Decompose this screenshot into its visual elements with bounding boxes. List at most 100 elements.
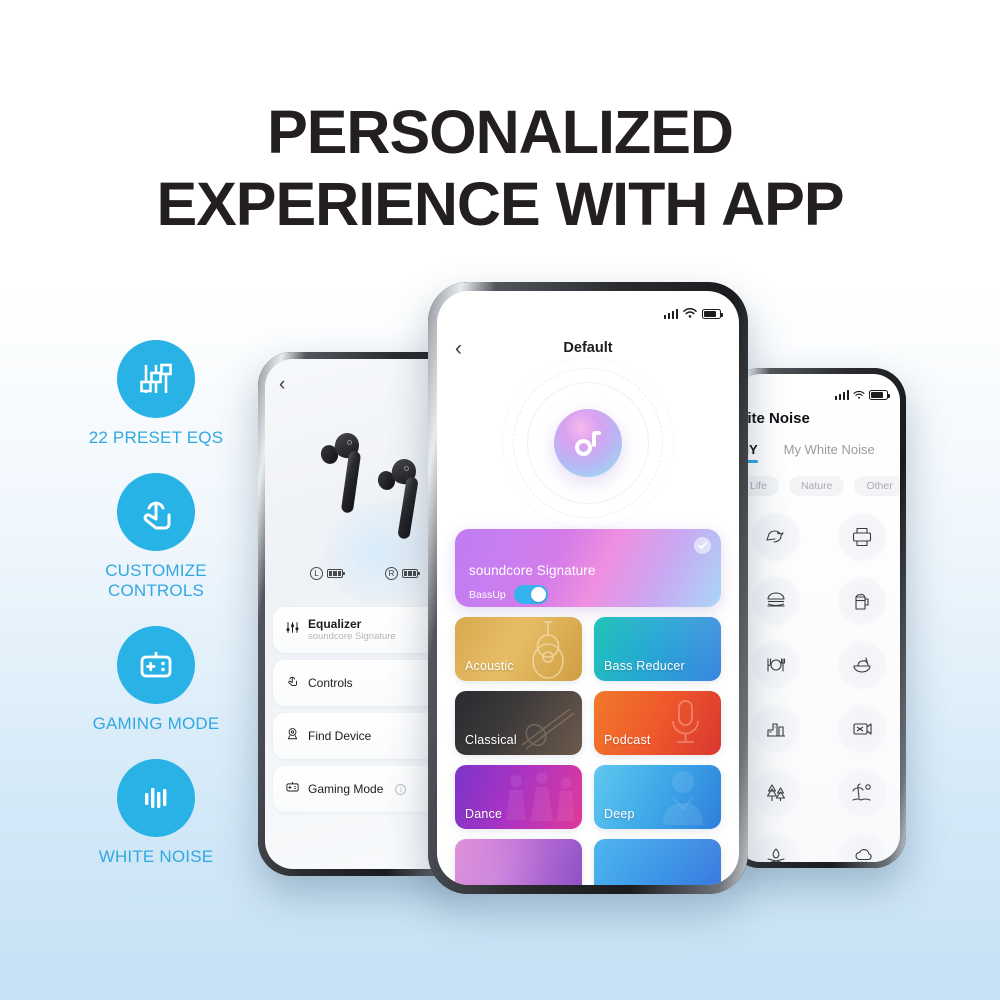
preset-name: Podcast xyxy=(604,733,651,747)
preset-name: Dance xyxy=(465,807,503,821)
preset-tile-classical[interactable]: Classical xyxy=(455,691,582,755)
sound-city[interactable] xyxy=(744,704,808,754)
preset-tile-row4-left[interactable] xyxy=(455,839,582,885)
battery-icon xyxy=(869,390,891,400)
preset-tile-podcast[interactable]: Podcast xyxy=(594,691,721,755)
preset-tile-deep[interactable]: Deep xyxy=(594,765,721,829)
preset-tile-acoustic[interactable]: Acoustic xyxy=(455,617,582,681)
check-circle-icon xyxy=(694,537,711,554)
battery-icon xyxy=(402,569,420,578)
sound-wave-bars-icon xyxy=(117,759,195,837)
back-chevron-icon[interactable]: ‹ xyxy=(279,375,285,394)
battery-icon xyxy=(327,569,345,578)
projector-icon xyxy=(853,723,872,735)
left-earbud-label: L xyxy=(310,567,323,580)
battery-icon xyxy=(702,309,724,319)
sound-beer[interactable] xyxy=(830,576,894,626)
status-bar xyxy=(663,305,724,323)
status-bar xyxy=(834,386,891,404)
soundcore-logo-orb xyxy=(437,357,739,529)
phone-right-screen: White Noise DIY My White Noise Life Natu… xyxy=(734,374,900,862)
menu-item-title: Find Device xyxy=(308,729,372,743)
eq-preset-name: soundcore Signature xyxy=(469,563,596,578)
preset-tile-dance[interactable]: Dance xyxy=(455,765,582,829)
sound-dining[interactable] xyxy=(744,640,808,690)
tab-my-white-noise[interactable]: My White Noise xyxy=(784,442,875,457)
page-title: Default xyxy=(563,340,613,356)
wifi-icon xyxy=(683,305,697,323)
printer-icon xyxy=(852,527,872,547)
preset-name: Acoustic xyxy=(465,659,514,673)
salad-bowl-icon xyxy=(853,657,871,673)
headline-line-2: EXPERIENCE WITH APP xyxy=(156,170,844,238)
category-chips: Life Nature Other xyxy=(738,476,900,496)
dancers-artwork-icon xyxy=(500,769,578,829)
battery-left: L xyxy=(310,567,345,580)
tile-artwork xyxy=(455,839,582,885)
decorative-glow xyxy=(325,498,433,606)
feature-customize-controls: CUSTOMIZE CONTROLS xyxy=(66,473,246,601)
sound-forest[interactable] xyxy=(744,768,808,818)
preset-tile-row4-right[interactable] xyxy=(594,839,721,885)
feature-list: 22 PRESET EQS CUSTOMIZE CONTROLS GAMING … xyxy=(66,340,246,892)
sound-projector[interactable] xyxy=(830,704,894,754)
right-earbud-label: R xyxy=(385,567,398,580)
sound-salad[interactable] xyxy=(830,640,894,690)
wifi-icon xyxy=(853,386,865,404)
preset-name: Bass Reducer xyxy=(604,659,685,673)
soundcore-glyph-icon xyxy=(575,430,601,456)
back-chevron-icon[interactable]: ‹ xyxy=(455,338,462,359)
feature-label: 22 PRESET EQS xyxy=(88,428,224,447)
feature-gaming-mode: GAMING MODE xyxy=(66,626,246,734)
bassup-row: BassUp xyxy=(469,585,548,604)
preset-tile-bass-reducer[interactable]: Bass Reducer xyxy=(594,617,721,681)
menu-item-title: Equalizer xyxy=(308,617,362,631)
feature-label-line-1: CUSTOMIZE xyxy=(105,561,207,580)
plate-cutlery-icon xyxy=(767,658,786,672)
phone-center-screen: ‹ Default soundcore Signature BassUp Aco… xyxy=(437,291,739,885)
tile-artwork xyxy=(594,839,721,885)
active-eq-card[interactable]: soundcore Signature BassUp xyxy=(455,529,721,607)
tap-gesture-icon xyxy=(117,473,195,551)
battery-right: R xyxy=(385,567,420,580)
person-artwork-icon xyxy=(649,767,715,829)
sound-bird[interactable] xyxy=(744,512,808,562)
page-title: PERSONALIZED EXPERIENCE WITH APP xyxy=(0,96,1000,240)
preset-name: Deep xyxy=(604,807,635,821)
bird-icon xyxy=(766,530,784,543)
eq-preset-grid: Acoustic Bass Reducer Classical Podcast … xyxy=(455,617,721,885)
bassup-toggle[interactable] xyxy=(513,585,548,604)
palm-beach-icon xyxy=(852,783,871,801)
menu-item-subtitle: soundcore Signature xyxy=(308,631,396,642)
microphone-artwork-icon xyxy=(657,695,713,755)
location-pin-icon xyxy=(285,726,300,746)
forest-trees-icon xyxy=(766,784,786,801)
signal-bars-icon xyxy=(834,390,849,400)
sound-campfire[interactable] xyxy=(744,832,808,862)
feature-white-noise: WHITE NOISE xyxy=(66,759,246,867)
gamepad-icon xyxy=(285,779,300,799)
info-icon[interactable]: i xyxy=(395,783,407,795)
sound-printer[interactable] xyxy=(830,512,894,562)
headline-line-1: PERSONALIZED xyxy=(267,98,734,166)
menu-item-title: Controls xyxy=(308,676,353,690)
bassup-label: BassUp xyxy=(469,588,506,601)
feature-label-line-2: CONTROLS xyxy=(107,581,205,600)
city-buildings-icon xyxy=(767,723,785,737)
campfire-icon xyxy=(767,848,785,862)
preset-name: Classical xyxy=(465,733,517,747)
white-noise-sound-grid xyxy=(744,512,900,862)
sound-beach[interactable] xyxy=(830,768,894,818)
chip-nature[interactable]: Nature xyxy=(788,476,845,496)
signal-bars-icon xyxy=(663,309,678,319)
chip-other[interactable]: Other xyxy=(854,476,900,496)
feature-label: WHITE NOISE xyxy=(98,847,214,866)
phone-center-device-screen: ‹ Default soundcore Signature BassUp Aco… xyxy=(428,282,748,894)
sound-burger[interactable] xyxy=(744,576,808,626)
feature-label: GAMING MODE xyxy=(92,714,220,733)
brand-logo xyxy=(554,409,622,477)
phone-right-device-screen: White Noise DIY My White Noise Life Natu… xyxy=(728,368,906,868)
rain-icon xyxy=(855,849,872,862)
sound-rain[interactable] xyxy=(830,832,894,862)
guitar-artwork-icon xyxy=(518,619,578,681)
